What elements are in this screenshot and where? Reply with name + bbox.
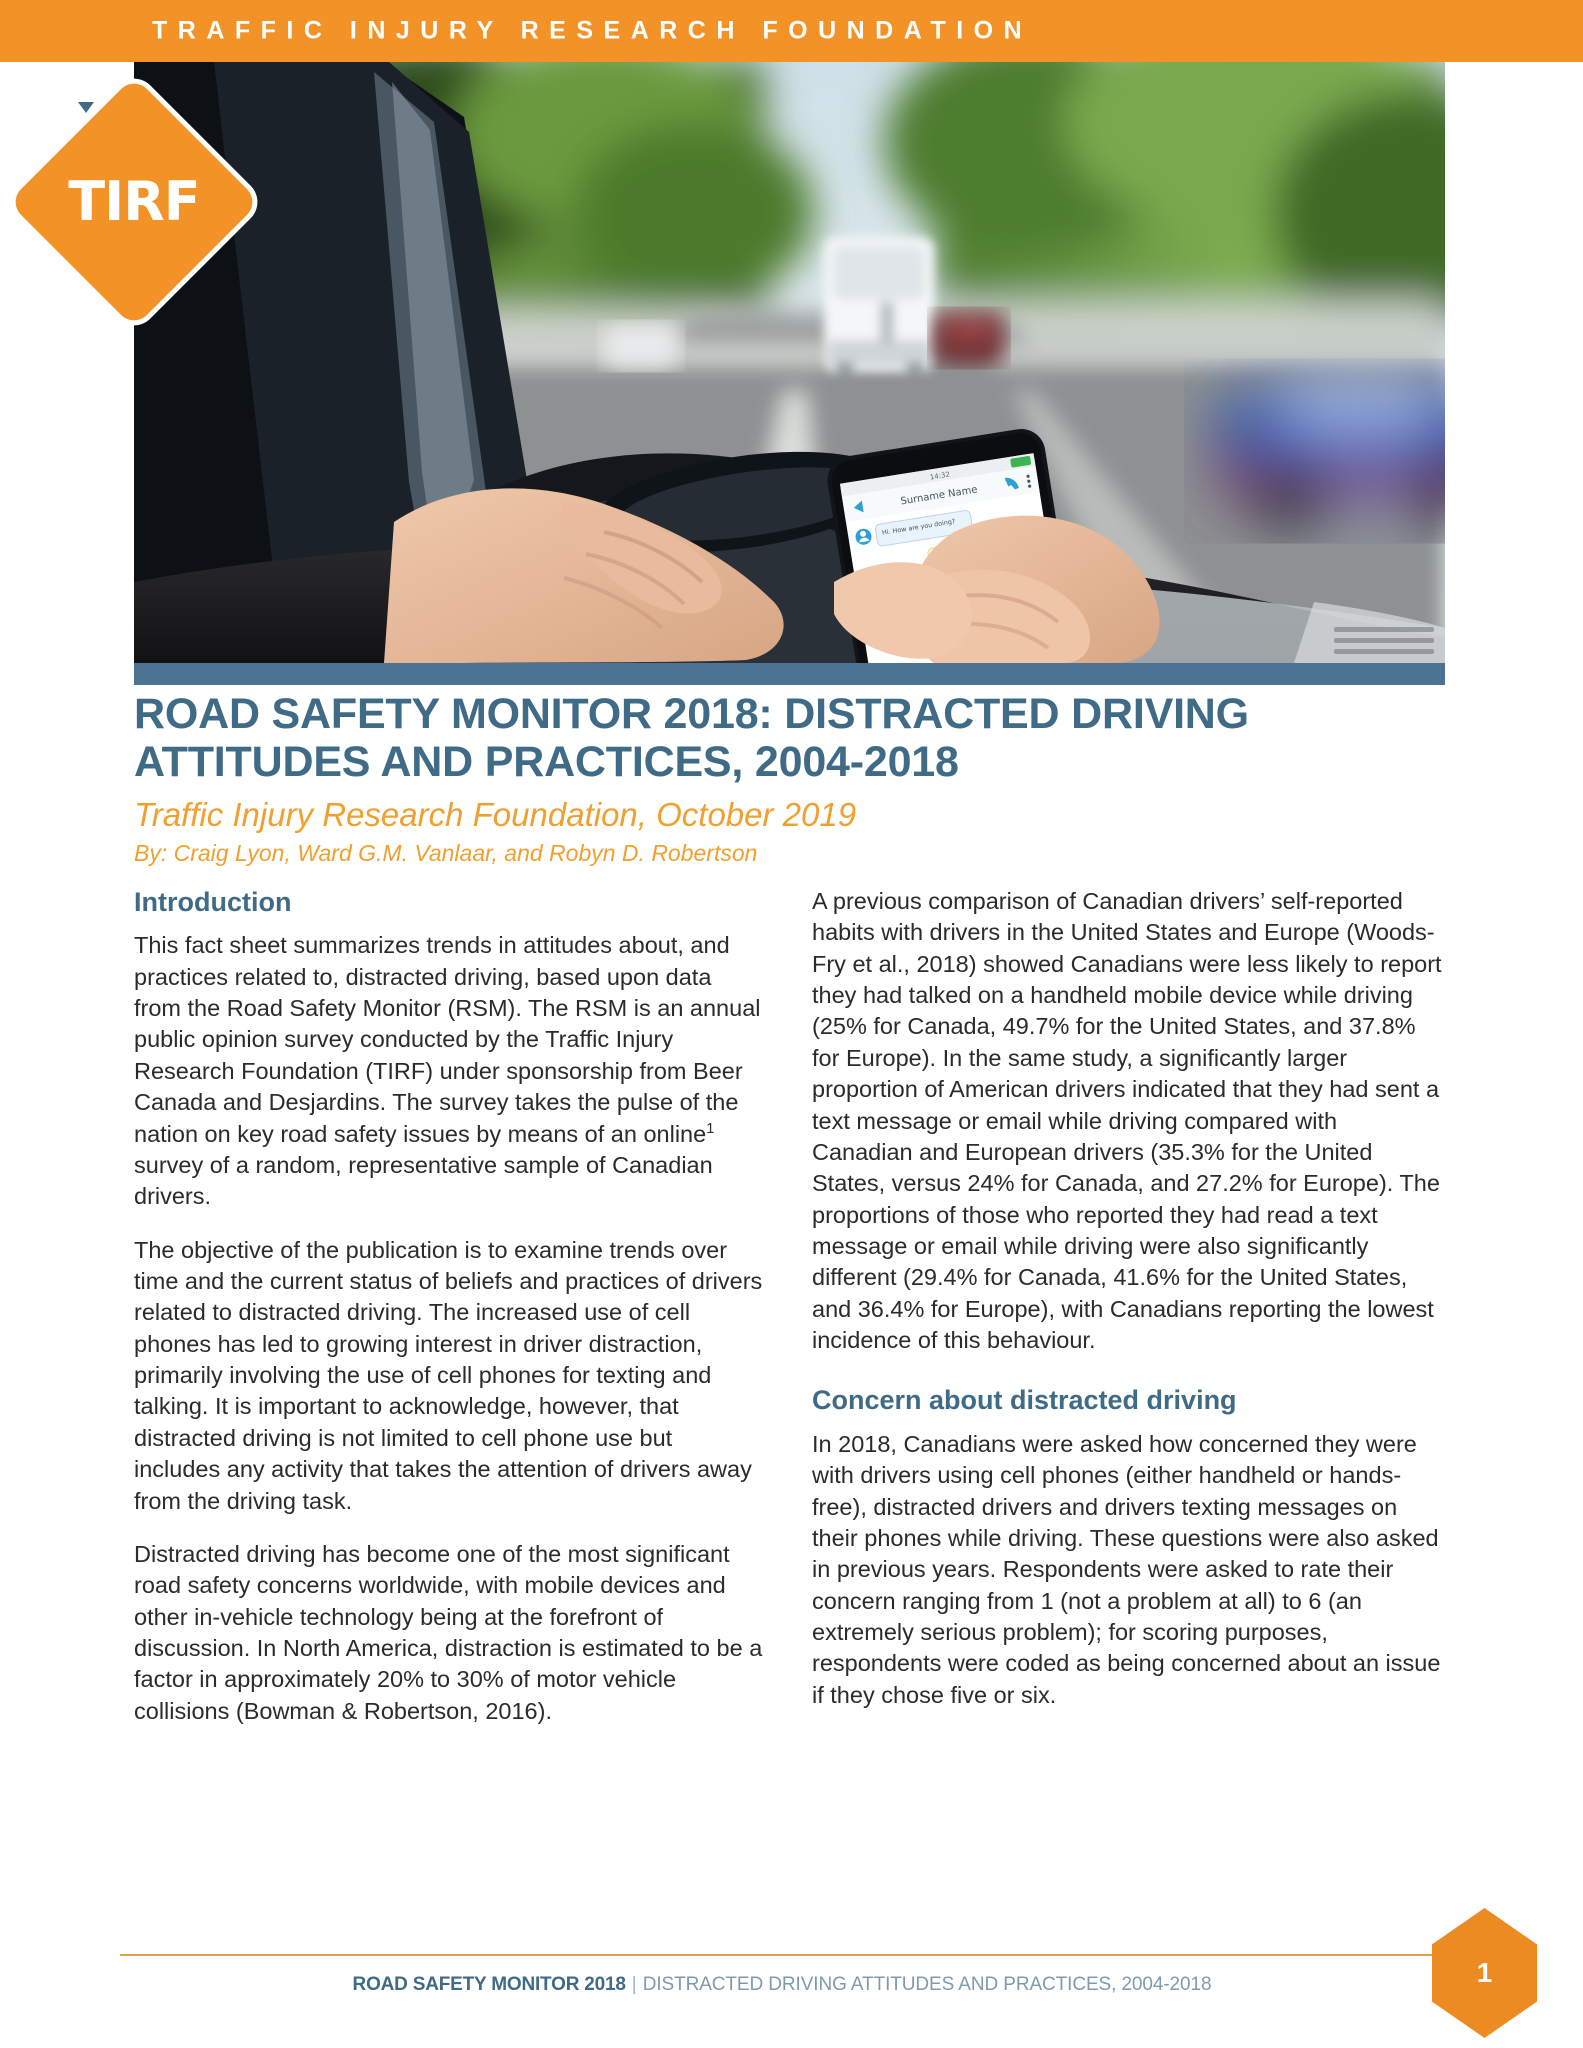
paragraph-concern: In 2018, Canadians were asked how concer… (812, 1430, 1441, 1708)
page-title-line-1: ROAD SAFETY MONITOR 2018: DISTRACTED DRI… (134, 690, 1249, 738)
page-number-badge: 1 (1432, 1908, 1537, 2038)
paragraph-intro-1-tail: survey of a random, representative sampl… (134, 1151, 713, 1210)
paragraph-intro-1: This fact sheet summarizes trends in att… (134, 930, 764, 1212)
footnote-marker-1: 1 (706, 1120, 715, 1137)
footer-separator: | (631, 1974, 637, 1995)
left-column: Introduction This fact sheet summarizes … (134, 886, 764, 1727)
footer-rule (120, 1954, 1444, 1956)
paragraph-intro-2: The objective of the publication is to e… (134, 1236, 763, 1514)
top-orange-band: TRAFFIC INJURY RESEARCH FOUNDATION (0, 0, 1583, 62)
section-heading-introduction: Introduction (134, 887, 292, 917)
section-heading-concern: Concern about distracted driving (812, 1385, 1237, 1416)
paragraph-intro-1-main: This fact sheet summarizes trends in att… (134, 932, 761, 1147)
slate-divider-bar (134, 663, 1445, 685)
organization-name: TRAFFIC INJURY RESEARCH FOUNDATION (152, 16, 1033, 45)
page-subtitle: Traffic Injury Research Foundation, Octo… (134, 796, 857, 833)
paragraph-intro-3: Distracted driving has become one of the… (134, 1540, 763, 1724)
page-title-line-2: ATTITUDES AND PRACTICES, 2004-2018 (134, 738, 959, 787)
paragraph-comparison: A previous comparison of Canadian driver… (812, 888, 1442, 1354)
footer-text: ROAD SAFETY MONITOR 2018 | DISTRACTED DRIV… (120, 1974, 1444, 1997)
footer-subtitle: DISTRACTED DRIVING ATTITUDES AND PRACTIC… (642, 1974, 1212, 1995)
page-number: 1 (1476, 1957, 1493, 1988)
footer-title-bold: ROAD SAFETY MONITOR 2018 (352, 1974, 626, 1995)
hero-illustration: 14:32 Surname Name Hi. How are you doing… (134, 62, 1445, 663)
right-column: A previous comparison of Canadian driver… (812, 886, 1442, 1711)
page-byline: By: Craig Lyon, Ward G.M. Vanlaar, and R… (134, 840, 758, 866)
page-title: ROAD SAFETY MONITOR 2018: DISTRACTED DRI… (134, 690, 1314, 786)
triangle-dot-icon (78, 102, 94, 113)
hero-photo: 14:32 Surname Name Hi. How are you doing… (134, 62, 1445, 663)
